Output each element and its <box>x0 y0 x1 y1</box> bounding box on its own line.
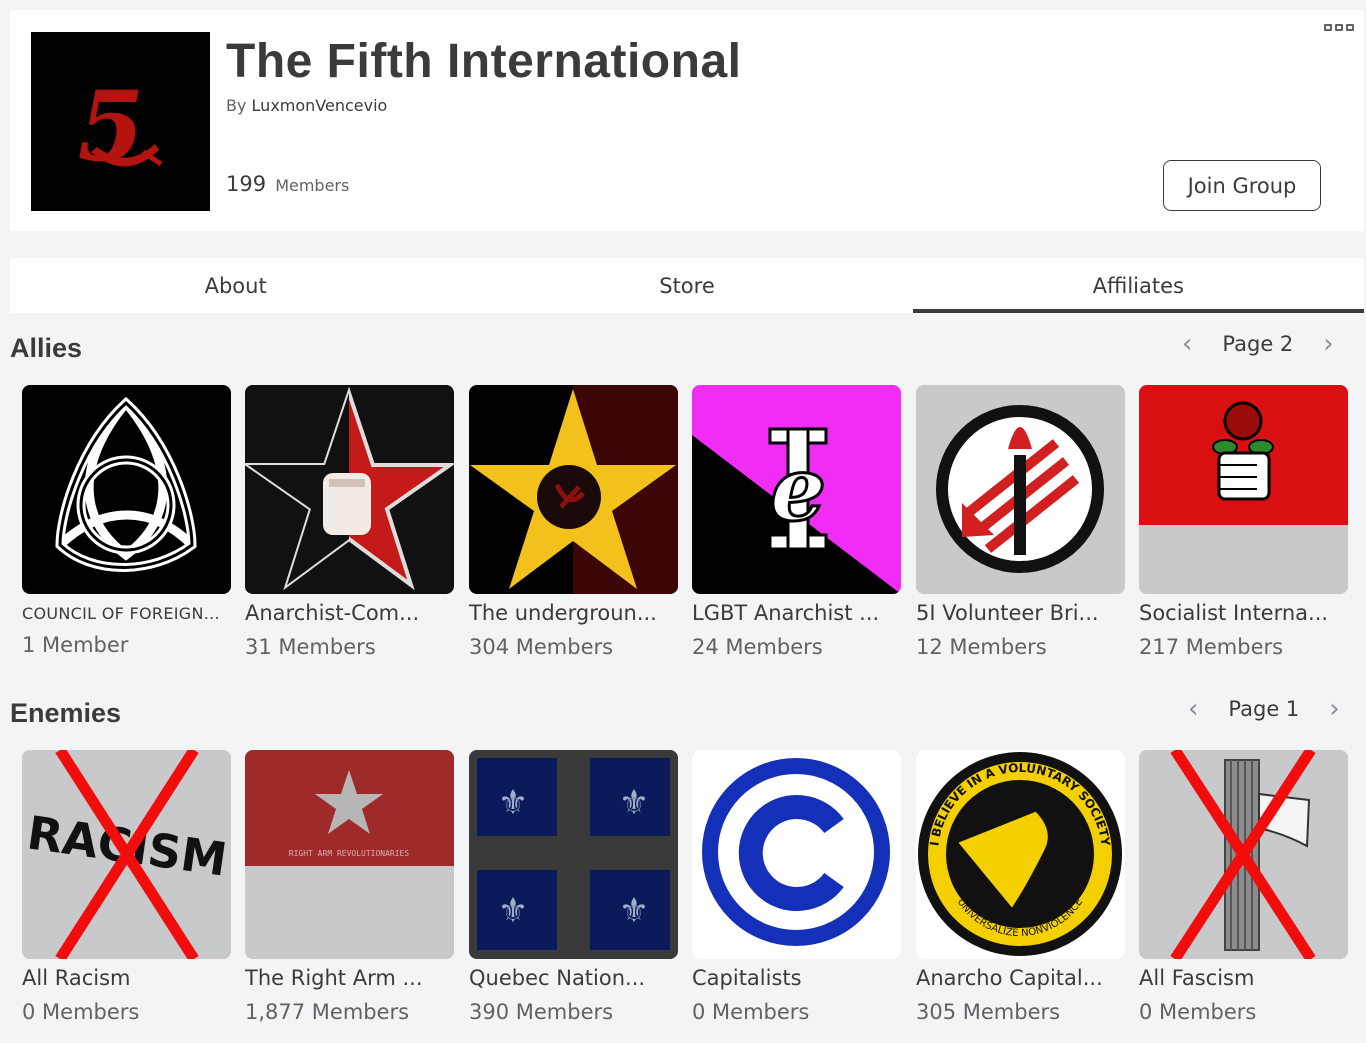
member-count-number: 199 <box>226 172 267 196</box>
enemy-members: 0 Members <box>1139 1000 1257 1024</box>
copyright-icon[interactable] <box>692 750 901 959</box>
enemy-members: 1,877 Members <box>245 1000 410 1024</box>
tab-store[interactable]: Store <box>461 258 912 313</box>
voluntary-society-icon[interactable]: I BELIEVE IN A VOLUNTARY SOCIETY UNIVERS… <box>916 750 1125 959</box>
tab-affiliates[interactable]: Affiliates <box>912 258 1365 313</box>
ally-card[interactable]: COUNCIL OF FOREIGN... 1 Member <box>22 385 231 657</box>
crossed-fasces-icon[interactable] <box>1139 750 1348 959</box>
member-count-label: Members <box>275 176 350 195</box>
ally-members: 24 Members <box>692 635 823 659</box>
enemies-page-label: Page 1 <box>1228 697 1300 721</box>
enemy-name[interactable]: Quebec Nation... <box>469 966 678 990</box>
allies-pager: ‹ Page 2 › <box>1182 331 1334 357</box>
ally-card[interactable]: The undergroun... 304 Members <box>469 385 678 659</box>
enemy-members: 0 Members <box>692 1000 810 1024</box>
pink-black-flag-icon[interactable]: e <box>692 385 901 594</box>
enemy-card[interactable]: I BELIEVE IN A VOLUNTARY SOCIETY UNIVERS… <box>916 750 1125 1024</box>
ally-card[interactable]: Socialist Interna... 217 Members <box>1139 385 1348 659</box>
ally-name[interactable]: LGBT Anarchist ... <box>692 601 901 625</box>
allies-heading: Allies <box>10 333 83 363</box>
more-options-icon[interactable] <box>1324 24 1354 31</box>
ally-members: 304 Members <box>469 635 614 659</box>
enemy-card[interactable]: RIGHT ARM REVOLUTIONARIES The Right Arm … <box>245 750 454 1024</box>
owner-link[interactable]: LuxmonVencevio <box>252 96 388 115</box>
svg-text:⚜: ⚜ <box>498 783 528 823</box>
quebec-flag-icon[interactable]: ⚜ ⚜ ⚜ ⚜ <box>469 750 678 959</box>
enemy-card[interactable]: Capitalists 0 Members <box>692 750 901 1024</box>
enemy-name[interactable]: Anarcho Capital... <box>916 966 1125 990</box>
enemy-name[interactable]: The Right Arm ... <box>245 966 454 990</box>
group-owner: By LuxmonVencevio <box>226 96 387 115</box>
group-emblem: 5 <box>31 32 210 211</box>
ally-members: 217 Members <box>1139 635 1284 659</box>
enemies-pager: ‹ Page 1 › <box>1188 696 1340 722</box>
enemy-card[interactable]: RACISM All Racism 0 Members <box>22 750 231 1024</box>
svg-text:⚜: ⚜ <box>498 891 528 931</box>
member-count: 199 Members <box>226 172 349 196</box>
enemy-card[interactable]: ⚜ ⚜ ⚜ ⚜ Quebec Nation... 390 Members <box>469 750 678 1024</box>
allies-next-page-icon[interactable]: › <box>1323 331 1333 357</box>
enemy-name[interactable]: Capitalists <box>692 966 901 990</box>
anarcho-communist-star-icon[interactable] <box>245 385 454 594</box>
tab-about[interactable]: About <box>10 258 461 313</box>
enemy-name[interactable]: All Racism <box>22 966 231 990</box>
enemies-prev-page-icon[interactable]: ‹ <box>1188 696 1198 722</box>
ally-name[interactable]: Socialist Interna... <box>1139 601 1348 625</box>
group-header: 5 The Fifth International By LuxmonVence… <box>10 10 1364 231</box>
ally-name[interactable]: 5I Volunteer Bri... <box>916 601 1125 625</box>
enemies-heading: Enemies <box>10 698 122 728</box>
ally-name[interactable]: The undergroun... <box>469 601 678 625</box>
enemy-members: 390 Members <box>469 1000 614 1024</box>
ally-members: 31 Members <box>245 635 376 659</box>
group-title: The Fifth International <box>226 35 742 88</box>
ally-card[interactable]: e LGBT Anarchist ... 24 Members <box>692 385 901 659</box>
ally-name[interactable]: Anarchist-Com... <box>245 601 454 625</box>
crossed-racism-icon[interactable]: RACISM <box>22 750 231 959</box>
allies-prev-page-icon[interactable]: ‹ <box>1182 331 1192 357</box>
enemy-members: 0 Members <box>22 1000 140 1024</box>
gold-star-hammer-sickle-icon[interactable] <box>469 385 678 594</box>
svg-text:⚜: ⚜ <box>619 891 649 931</box>
group-tabs: About Store Affiliates <box>10 258 1365 313</box>
ally-members: 1 Member <box>22 633 129 657</box>
join-group-button[interactable]: Join Group <box>1163 160 1321 211</box>
svg-text:e: e <box>770 437 826 541</box>
enemy-name[interactable]: All Fascism <box>1139 966 1348 990</box>
ally-members: 12 Members <box>916 635 1047 659</box>
red-star-banner-icon[interactable]: RIGHT ARM REVOLUTIONARIES <box>245 750 454 959</box>
by-label: By <box>226 96 247 115</box>
ally-card[interactable]: 5I Volunteer Bri... 12 Members <box>916 385 1125 659</box>
fist-and-rose-icon[interactable] <box>1139 385 1348 594</box>
triquetra-icon[interactable] <box>22 385 231 594</box>
emblem-five: 5 <box>78 70 145 183</box>
svg-text:⚜: ⚜ <box>619 783 649 823</box>
banner-image-text: RIGHT ARM REVOLUTIONARIES <box>289 849 410 858</box>
enemies-next-page-icon[interactable]: › <box>1329 696 1339 722</box>
antifa-torch-icon[interactable] <box>916 385 1125 594</box>
ally-card[interactable]: Anarchist-Com... 31 Members <box>245 385 454 659</box>
allies-page-label: Page 2 <box>1222 332 1294 356</box>
enemy-members: 305 Members <box>916 1000 1061 1024</box>
ally-name[interactable]: COUNCIL OF FOREIGN... <box>22 604 231 623</box>
enemy-card[interactable]: All Fascism 0 Members <box>1139 750 1348 1024</box>
